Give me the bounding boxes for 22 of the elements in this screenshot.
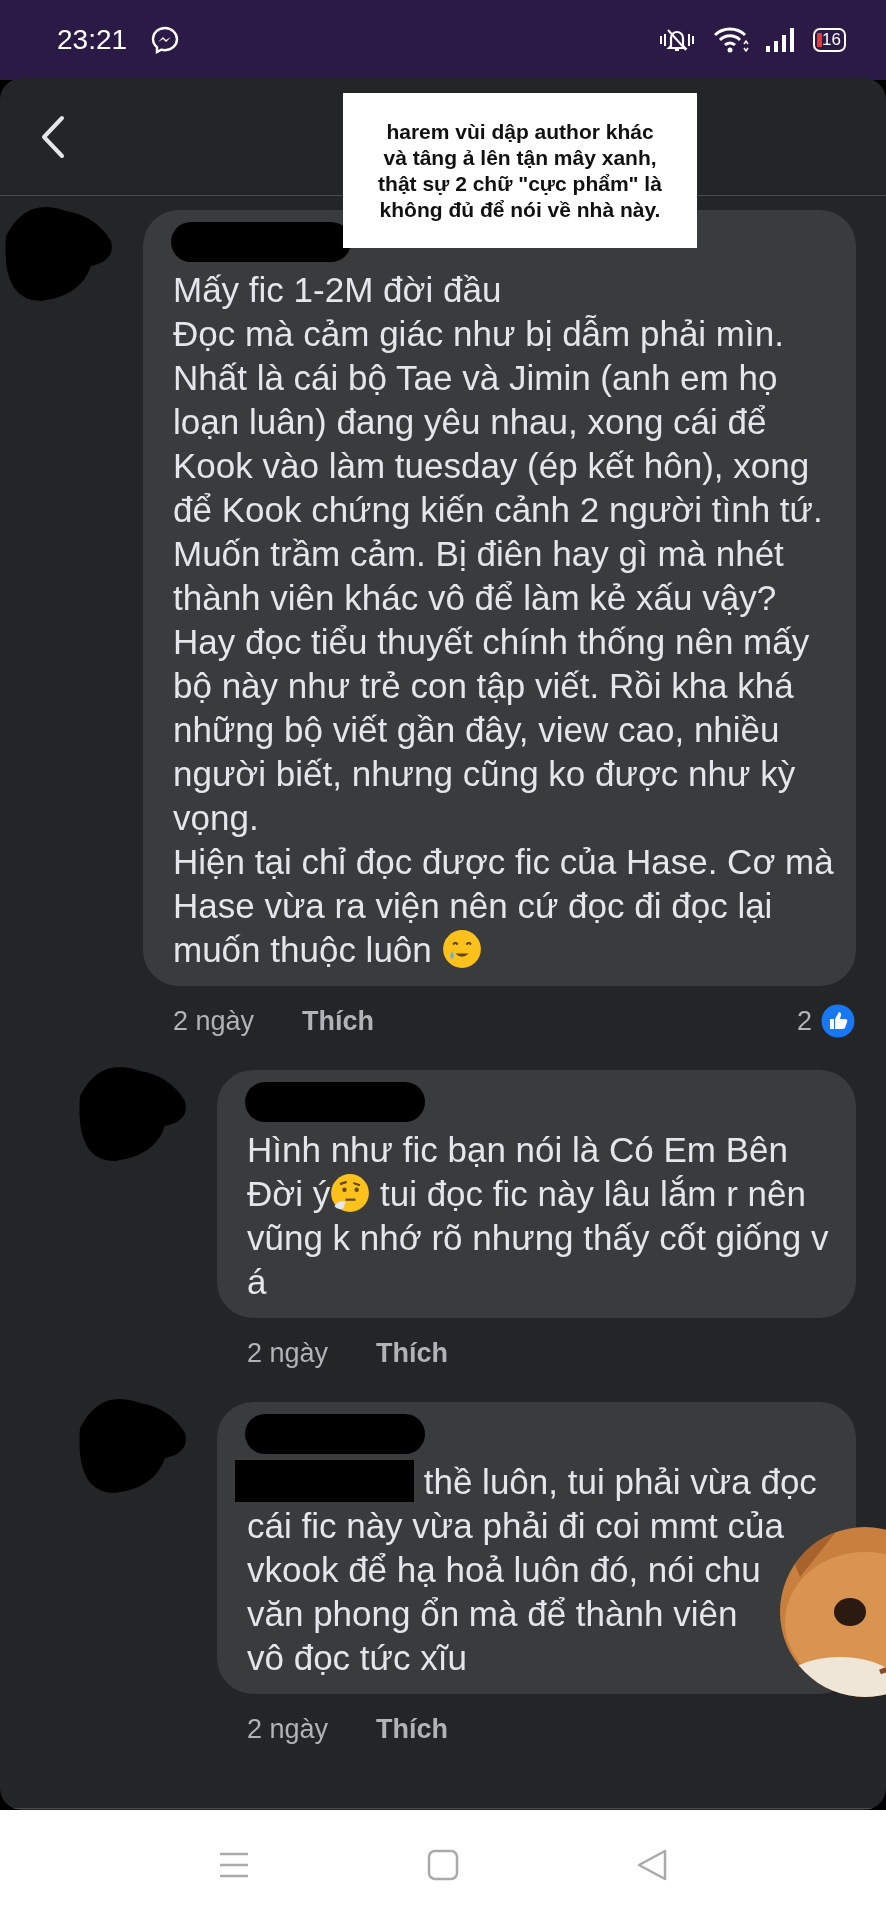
like-link[interactable]: Thích bbox=[376, 1708, 449, 1750]
smiling-tear-icon bbox=[441, 929, 482, 969]
like-link[interactable]: Thích bbox=[376, 1332, 449, 1374]
comment-time: 2 ngày bbox=[247, 1712, 329, 1746]
comment-text: Hình như fic bạn nói là Có Em Bên Đời ý tui đọc fic này lâu lắm r nên vũng k nhớ rõ nhưng thấy cốt giống v á bbox=[247, 1129, 830, 1303]
reaction-count: 2 bbox=[796, 1004, 812, 1038]
like-icon bbox=[820, 1003, 856, 1039]
clock: 23:21 bbox=[57, 23, 128, 57]
back-icon bbox=[40, 114, 66, 159]
thinking-face-icon bbox=[330, 1173, 371, 1213]
caption-text: harem vùi dập author khác và tâng ả lên tận mây xanh, thật sự 2 chữ "cực phẩm" là không đủ để nói về nhà này. bbox=[343, 93, 697, 248]
comment-time: 2 ngày bbox=[173, 1004, 255, 1038]
comment-time: 2 ngày bbox=[247, 1336, 329, 1370]
like-link[interactable]: Thích bbox=[302, 1000, 375, 1042]
messenger-icon bbox=[151, 26, 180, 54]
menu-icon bbox=[218, 1851, 250, 1879]
home-icon bbox=[427, 1849, 459, 1881]
wifi-icon bbox=[713, 26, 750, 54]
battery-level: 16 bbox=[822, 31, 841, 49]
battery-fill bbox=[817, 33, 823, 47]
back-triangle-icon bbox=[636, 1848, 668, 1882]
comment-text: Mấy fic 1-2M đời đầu Đọc mà cảm giác như bị dẫm phải mìn. Nhất là cái bộ Tae và Jimin (anh em họ loạn luân) đang yêu nhau, xong cái để Kook vào làm tuesday (ép kết hôn), xong để Kook chứng kiến cảnh 2 người tình tứ. Muốn trầm cảm. Bị điên hay gì mà nhét thành viên khác vô để làm kẻ xấu vậy? Hay đọc tiểu thuyết chính thống nên mấy bộ này như trẻ con tập viết. Rồi kha khá những bộ viết gần đây, view cao, nhiều người biết, nhưng cũng ko được như kỳ vọng. Hiện tại chỉ đọc được fic của Hase. Cơ mà Hase vừa ra viện nên cứ đọc đi đọc lại muốn thuộc luôn bbox=[173, 269, 835, 971]
